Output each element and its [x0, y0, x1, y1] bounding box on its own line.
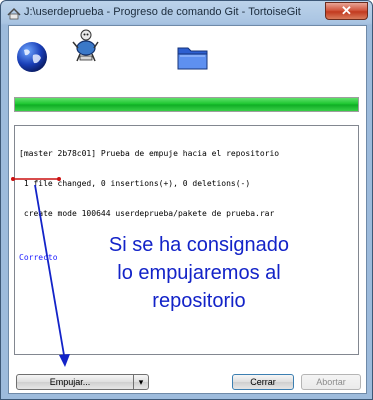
annotation-arrow	[11, 177, 70, 367]
arrow-shaft	[34, 184, 66, 362]
underline-dot	[57, 177, 61, 181]
underline-dot	[11, 177, 15, 181]
arrow-head	[59, 354, 70, 367]
tortoisegit-progress-window: J:\userdeprueba - Progreso de comando Gi…	[0, 0, 373, 400]
